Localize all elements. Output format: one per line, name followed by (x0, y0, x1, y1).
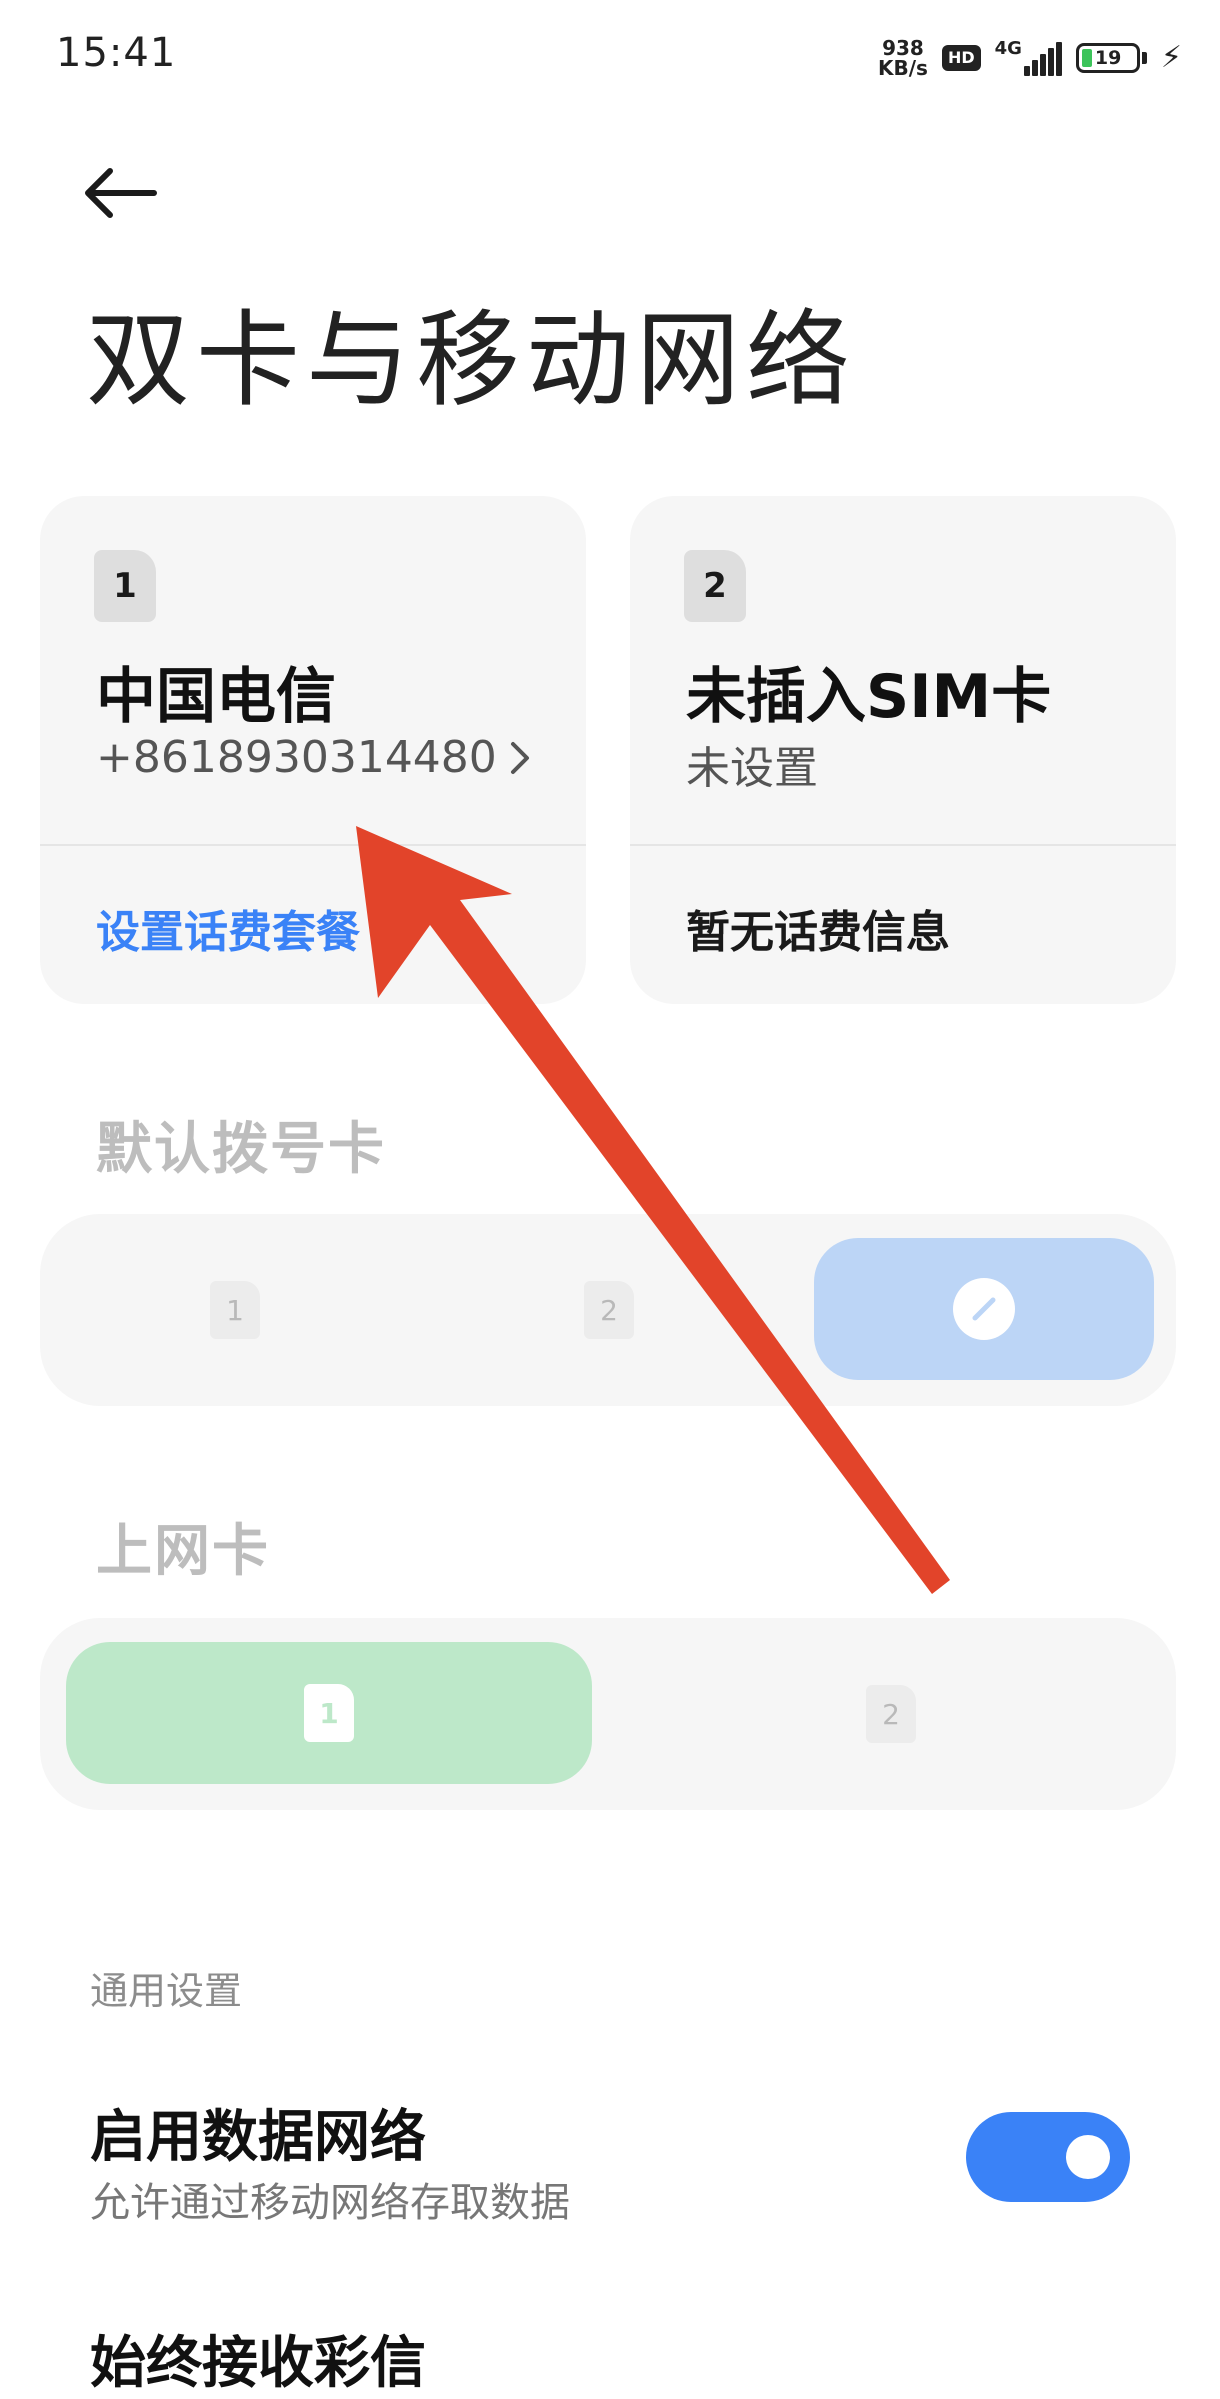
battery-body: 19 (1075, 43, 1140, 73)
signal-bar (1055, 42, 1062, 76)
sim-phone-number: +8618930314480 (96, 732, 497, 783)
general-settings-label: 通用设置 (90, 1969, 243, 2013)
chevron-right-icon (510, 741, 529, 774)
signal-bar (1047, 48, 1054, 76)
signal-bar (1031, 60, 1038, 76)
sim-phone-number-link[interactable]: +8618930314480 (96, 732, 531, 783)
default-dial-selector[interactable]: 1 2 (40, 1214, 1176, 1406)
charging-icon: ⚡ (1160, 40, 1182, 75)
back-button[interactable] (82, 158, 162, 228)
page-title: 双卡与移动网络 (86, 299, 857, 421)
dial-option-2[interactable]: 2 (584, 1281, 634, 1339)
default-dial-label: 默认拨号卡 (96, 1117, 386, 1182)
battery-fill (1081, 49, 1092, 67)
no-billing-info: 暂无话费信息 (686, 907, 950, 958)
network-speed: 938 KB/s (878, 38, 928, 78)
set-plan-link[interactable]: 设置话费套餐 (96, 896, 360, 960)
dial-option-ask[interactable] (814, 1238, 1154, 1380)
sim-slot-badge: 2 (684, 550, 746, 622)
signal-bar (1023, 66, 1030, 76)
battery-level: 19 (1094, 47, 1122, 69)
signal-bar (1039, 54, 1046, 76)
data-option-1[interactable]: 1 (66, 1642, 592, 1784)
network-speed-unit: KB/s (877, 56, 928, 80)
status-icons: 938 KB/s HD 4G 19 ⚡ (878, 30, 1182, 86)
dial-option-1[interactable]: 1 (210, 1281, 260, 1339)
divider (630, 844, 1176, 846)
toggle-knob (1066, 2135, 1110, 2179)
signal-icon: 4G (995, 40, 1062, 76)
data-card-label: 上网卡 (96, 1519, 270, 1584)
sim-slot-badge: 1 (94, 550, 156, 622)
sim-carrier-name: 未插入SIM卡 (686, 662, 1052, 732)
network-type: 4G (994, 38, 1022, 59)
pencil-glyph (972, 1297, 996, 1321)
battery-icon: 19 (1075, 43, 1147, 73)
enable-data-subtitle: 允许通过移动网络存取数据 (90, 2180, 570, 2226)
network-speed-value: 938 (882, 36, 924, 60)
data-card-selector[interactable]: 1 2 (40, 1618, 1176, 1810)
sim-carrier-name: 中国电信 (96, 662, 336, 732)
data-option-2[interactable]: 2 (866, 1685, 916, 1743)
sim-card-1[interactable]: 1 中国电信 +8618930314480 设置话费套餐 (40, 496, 586, 1004)
sim-1-chip: 1 (304, 1684, 354, 1742)
hd-icon: HD (941, 45, 981, 71)
battery-tip (1141, 52, 1147, 64)
enable-data-title: 启用数据网络 (90, 2105, 426, 2170)
divider (40, 844, 586, 846)
sim-status: 未设置 (686, 743, 818, 794)
status-time: 15:41 (56, 30, 177, 76)
arrow-left-icon (85, 168, 157, 218)
edit-icon (953, 1278, 1015, 1340)
enable-data-toggle[interactable] (966, 2112, 1130, 2202)
sim-card-2[interactable]: 2 未插入SIM卡 未设置 暂无话费信息 (630, 496, 1176, 1004)
